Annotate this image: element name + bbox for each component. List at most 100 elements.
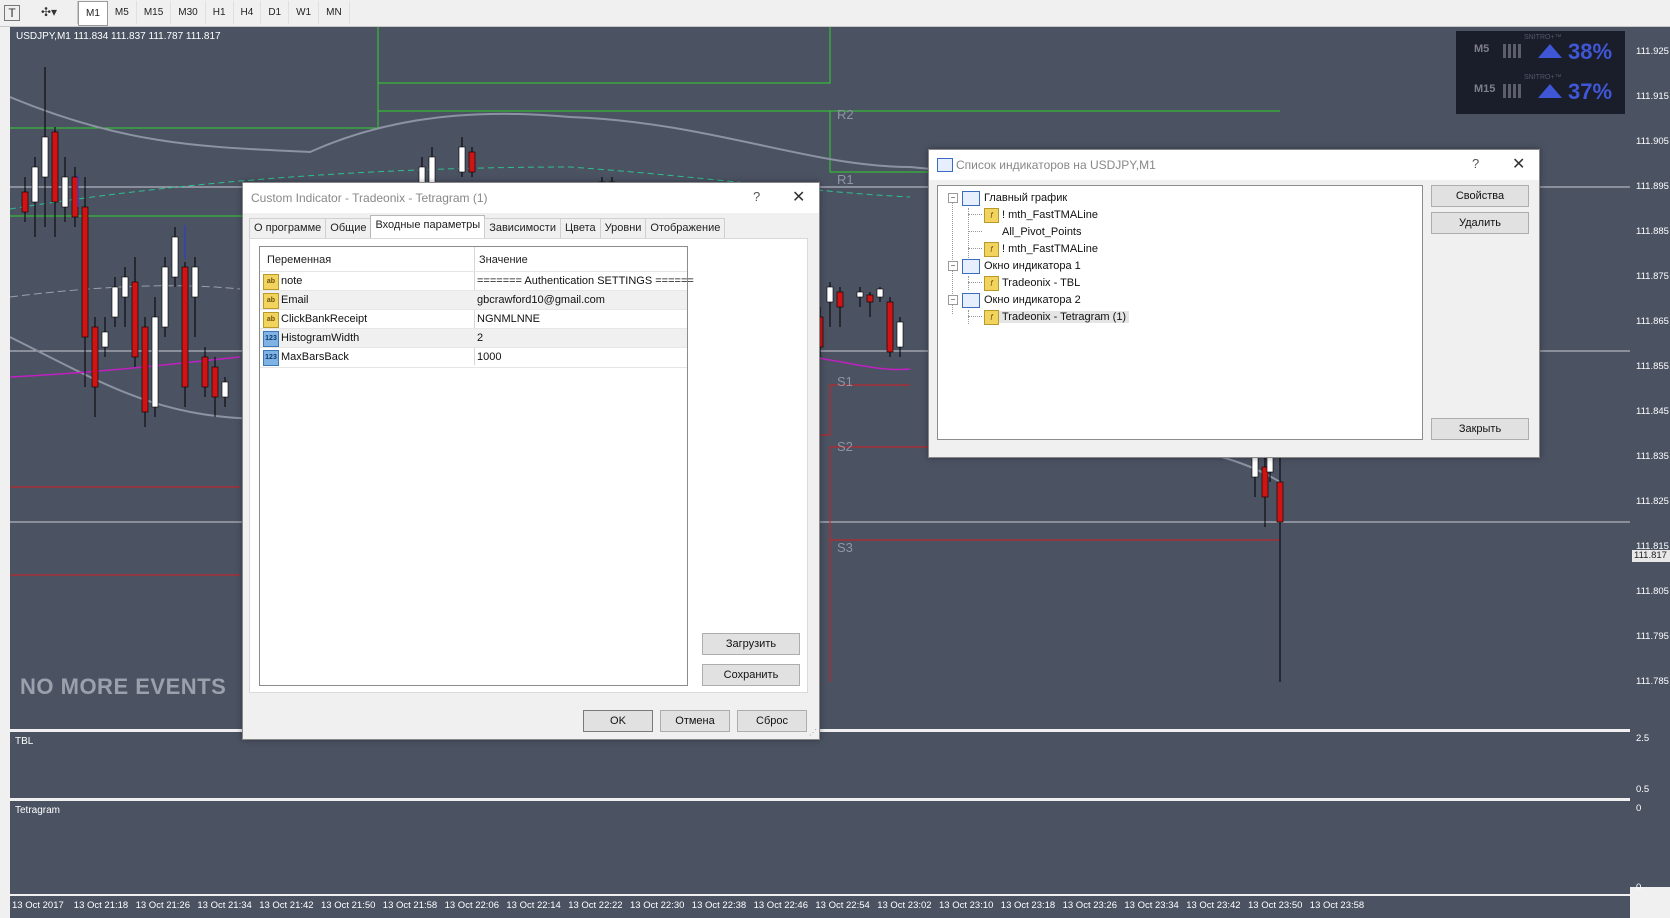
- price-axis[interactable]: 111.817 2.5 0.5 0 0 111.925 111.915 111.90…: [1630, 27, 1670, 893]
- tf-m1[interactable]: M1: [78, 1, 108, 26]
- tf-m15[interactable]: M15: [137, 1, 172, 24]
- tbl-axis-top: 2.5: [1636, 733, 1650, 744]
- param-value[interactable]: NGNMLNNE: [477, 313, 540, 325]
- tree-node-window-1[interactable]: − Окно индикатора 1: [948, 258, 1248, 275]
- param-value[interactable]: 2: [477, 332, 483, 344]
- help-icon[interactable]: ?: [1472, 156, 1479, 171]
- tree-item-indicator-selected[interactable]: f Tradeonix - Tetragram (1): [984, 309, 1284, 326]
- load-button[interactable]: Загрузить: [702, 633, 800, 655]
- delete-button[interactable]: Удалить: [1431, 212, 1529, 234]
- tree-item-indicator[interactable]: All_Pivot_Points: [984, 224, 1284, 241]
- tab-levels[interactable]: Уровни: [599, 218, 647, 238]
- draw-tools-icon[interactable]: ✣▾: [36, 3, 62, 21]
- tf-m5[interactable]: M5: [108, 1, 137, 24]
- candle-body: [1266, 456, 1274, 473]
- time-tick: 13 Oct 23:26: [1062, 900, 1117, 911]
- tf-h1[interactable]: H1: [206, 1, 234, 24]
- candle-body: [468, 151, 476, 173]
- candle-body: [876, 288, 884, 298]
- ok-button[interactable]: OK: [583, 710, 653, 732]
- close-icon[interactable]: ✕: [792, 187, 805, 207]
- band-lower: [10, 336, 271, 420]
- dialog-title: Custom Indicator - Tradeonix - Tetragram…: [251, 191, 488, 205]
- time-tick: 13 Oct 2017: [12, 900, 64, 911]
- reset-button[interactable]: Сброс: [737, 710, 807, 732]
- time-tick: 13 Oct 21:58: [382, 900, 438, 911]
- integer-param-icon: 123: [263, 350, 279, 366]
- param-value[interactable]: ======= Authentication SETTINGS ======: [477, 275, 694, 287]
- tab-common[interactable]: Общие: [325, 218, 372, 238]
- level-s3: S3: [837, 540, 853, 555]
- text-tool-icon[interactable]: T: [4, 5, 20, 21]
- candle-body: [201, 356, 209, 388]
- widget-row-m15: M15 SNITRO+™ 37%: [1456, 71, 1625, 111]
- tab-dependencies[interactable]: Зависимости: [484, 218, 561, 238]
- collapse-icon[interactable]: −: [948, 261, 958, 271]
- tf-mn[interactable]: MN: [319, 1, 350, 24]
- table-row[interactable]: 123 MaxBarsBack 1000: [260, 347, 687, 368]
- tree-item-indicator[interactable]: f Tradeonix - TBL: [984, 275, 1284, 292]
- tab-visualization[interactable]: Отображение: [645, 218, 726, 238]
- price-tick: 111.795: [1636, 631, 1669, 642]
- tetragram-axis-top: 0: [1636, 803, 1642, 814]
- time-axis: 13 Oct 2017 13 Oct 21:18 13 Oct 21:26 13 Oc…: [10, 896, 1630, 918]
- collapse-icon[interactable]: −: [948, 295, 958, 305]
- table-row[interactable]: 123 HistogramWidth 2: [260, 328, 687, 348]
- tab-about[interactable]: О программе: [249, 218, 327, 238]
- tree-item-indicator[interactable]: f ! mth_FastTMALine: [984, 207, 1284, 224]
- widget-percent: 37%: [1568, 79, 1613, 104]
- dialog-titlebar[interactable]: Custom Indicator - Tradeonix - Tetragram…: [243, 183, 819, 213]
- tf-m30[interactable]: M30: [171, 1, 206, 24]
- tetragram-panel[interactable]: Tetragram: [10, 801, 1630, 894]
- candle-body: [41, 136, 49, 178]
- candle-body: [101, 331, 109, 348]
- list-titlebar[interactable]: Список индикаторов на USDJPY,M1 ? ✕: [929, 150, 1539, 180]
- close-icon[interactable]: ✕: [1512, 154, 1525, 174]
- resize-grip-icon[interactable]: ⋰: [809, 728, 817, 737]
- candle-body: [31, 166, 39, 203]
- time-tick: 13 Oct 21:34: [197, 900, 252, 911]
- params-table: Переменная Значение ab note ======= Auth…: [259, 246, 694, 686]
- cancel-button[interactable]: Отмена: [660, 710, 730, 732]
- column-variable: Переменная: [267, 254, 332, 266]
- save-button[interactable]: Сохранить: [702, 664, 800, 686]
- inputs-pane: Переменная Значение ab note ======= Auth…: [249, 238, 808, 693]
- collapse-icon[interactable]: −: [948, 193, 958, 203]
- tree-item-indicator[interactable]: f ! mth_FastTMALine: [984, 241, 1284, 258]
- candle-body: [896, 321, 904, 348]
- param-name: HistogramWidth: [281, 332, 360, 344]
- tbl-panel[interactable]: TBL: [10, 732, 1630, 798]
- close-button[interactable]: Закрыть: [1431, 418, 1529, 440]
- tetragram-label: Tetragram: [15, 805, 61, 816]
- tree-node-main-chart[interactable]: − Главный график: [948, 190, 1248, 207]
- param-name: MaxBarsBack: [281, 351, 349, 363]
- time-tick: 13 Oct 22:30: [630, 900, 685, 911]
- time-tick: 13 Oct 21:42: [259, 900, 314, 911]
- tab-colors[interactable]: Цвета: [559, 218, 601, 238]
- table-row[interactable]: ab ClickBankReceipt NGNMLNNE: [260, 309, 687, 329]
- tab-inputs[interactable]: Входные параметры: [370, 215, 486, 238]
- tf-w1[interactable]: W1: [289, 1, 320, 24]
- integer-param-icon: 123: [263, 331, 279, 347]
- price-tick: 111.825: [1636, 496, 1669, 507]
- price-tick: 111.855: [1636, 361, 1669, 372]
- candle-body: [131, 281, 139, 358]
- help-icon[interactable]: ?: [753, 189, 760, 204]
- table-row[interactable]: ab Email gbcrawford10@gmail.com: [260, 290, 687, 310]
- list-title: Список индикаторов на USDJPY,M1: [956, 158, 1156, 172]
- price-tick: 111.875: [1636, 271, 1669, 282]
- candle-body: [191, 266, 199, 298]
- widget-tf: M5: [1474, 43, 1490, 55]
- price-tick: 111.815: [1636, 541, 1669, 552]
- candle-body: [458, 146, 466, 173]
- arrow-up-icon: [1538, 84, 1562, 98]
- candle-body: [171, 236, 179, 278]
- tree-node-window-2[interactable]: − Окно индикатора 2: [948, 292, 1248, 309]
- properties-button[interactable]: Свойства: [1431, 185, 1529, 207]
- tf-d1[interactable]: D1: [261, 1, 290, 24]
- param-value[interactable]: gbcrawford10@gmail.com: [477, 294, 605, 306]
- widget-tf: M15: [1474, 83, 1496, 95]
- tf-h4[interactable]: H4: [234, 1, 262, 24]
- table-row[interactable]: ab note ======= Authentication SETTINGS …: [260, 271, 694, 291]
- param-value[interactable]: 1000: [477, 351, 501, 363]
